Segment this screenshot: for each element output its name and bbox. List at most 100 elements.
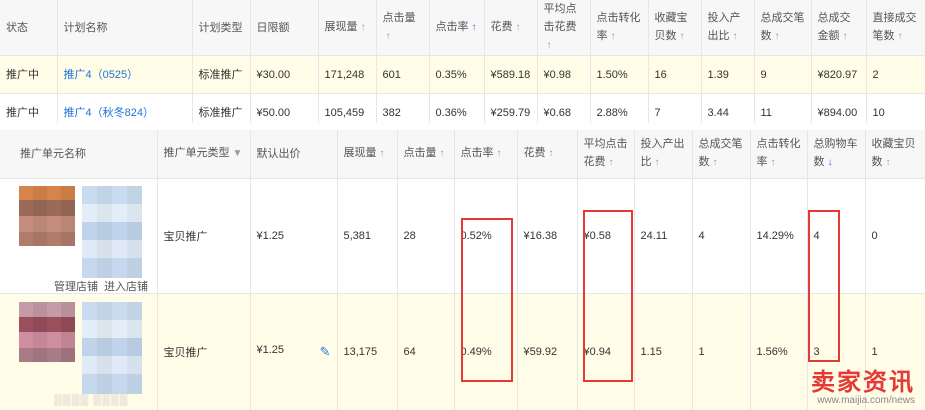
col-clicks-label: 点击量 [403,147,437,160]
col-roi[interactable]: 投入产出比 ↑ [634,130,693,179]
total-orders-cell: 4 [692,178,751,294]
col-cost[interactable]: 花费 ↑ [517,130,578,179]
sort-up-icon[interactable]: ↑ [775,28,780,46]
unit-table-header: 推广单元名称 推广单元类型 ▼ 默认出价 展现量 ↑ 点击量 ↑ 点击率 ↑ 花费 ↑ 平… [0,130,925,179]
sort-down-active-icon[interactable]: ↓ [828,154,833,172]
avg-cpc-cell: ¥0.98 [537,55,591,94]
sort-up-icon[interactable]: ↑ [771,154,776,172]
col-total-amount[interactable]: 总成交金额 ↑ [811,0,867,56]
sort-up-icon[interactable]: ↑ [886,154,891,172]
cost-cell: ¥589.18 [484,55,538,94]
default-bid-cell: ¥1.25 [250,178,338,294]
shop-links: 管理店铺 进入店铺 [54,278,154,293]
col-daily-limit: 日限额 [250,0,319,56]
col-unit-type[interactable]: 推广单元类型 ▼ [157,130,251,179]
col-ctr[interactable]: 点击率 ↑ [454,130,518,179]
col-cost-label: 花费 [523,147,546,160]
sort-up-icon[interactable]: ↑ [361,19,366,37]
col-direct-orders-label: 直接成交笔数 [872,12,917,42]
table-row: 推广中 推广4（0525） 标准推广 ¥30.00 171,248 601 0.… [0,55,925,94]
col-cart[interactable]: 总购物车数 ↓ [807,130,866,179]
cost-cell: ¥59.92 [517,293,578,410]
plan-name-link[interactable]: 推广4（0525） [57,55,193,94]
sort-up-icon[interactable]: ↑ [655,154,660,172]
dropdown-caret-icon[interactable]: ▼ [233,145,243,163]
col-total-orders[interactable]: 总成交笔数 ↑ [692,130,751,179]
clicks-cell: 28 [397,178,455,294]
col-clicks-label: 点击量 [382,12,416,24]
enter-shop-link[interactable]: 进入店铺 [104,281,148,293]
col-roi[interactable]: 投入产出比 ↑ [701,0,755,56]
manage-shop-link[interactable]: 管理店铺 [54,281,98,293]
col-cost[interactable]: 花费 ↑ [484,0,538,56]
sort-up-icon[interactable]: ↑ [680,28,685,46]
col-cvr[interactable]: 点击转化率 ↑ [750,130,808,179]
col-fav-items-label: 收藏宝贝数 [871,138,916,169]
col-ctr-label: 点击率 [435,21,469,33]
sort-up-icon[interactable]: ↑ [386,28,391,46]
col-total-orders[interactable]: 总成交笔数 ↑ [754,0,812,56]
sort-up-icon[interactable]: ↑ [516,19,521,37]
col-ctr[interactable]: 点击率 ↑ [429,0,485,56]
sort-up-icon[interactable]: ↑ [549,145,554,163]
sort-up-icon[interactable]: ↑ [547,37,552,55]
col-plan-type: 计划类型 [192,0,251,56]
default-bid-value: ¥1.25 [256,343,285,356]
col-ctr-label: 点击率 [460,147,494,160]
col-cvr[interactable]: 点击转化率 ↑ [590,0,649,56]
col-cvr-label: 点击转化率 [596,12,641,42]
col-unit-name: 推广单元名称 [0,130,158,179]
sort-up-icon[interactable]: ↑ [497,145,502,163]
sort-up-icon[interactable]: ↑ [380,145,385,163]
clicks-cell: 601 [376,55,430,94]
product-thumbnail[interactable] [82,301,142,394]
impressions-cell: 13,175 [337,293,398,410]
watermark-url: www.maijia.com/news [817,395,915,406]
col-cart-label: 总购物车数 [813,138,858,169]
sort-up-icon[interactable]: ↑ [609,154,614,172]
roi-cell: 24.11 [634,178,693,294]
col-status: 状态 [0,0,58,56]
product-thumbnail[interactable] [19,185,75,246]
shop-links-blurred: ▒▒▒▒ ▒▒▒▒ [54,393,129,406]
unit-name-cell: 管理店铺 进入店铺 [0,178,158,294]
plan-type-cell: 标准推广 [192,55,251,94]
col-impressions[interactable]: 展现量 ↑ [337,130,398,179]
col-clicks[interactable]: 点击量 ↑ [376,0,430,56]
sort-active-icon[interactable]: ↑ [472,19,477,37]
sort-up-icon[interactable]: ↑ [440,145,445,163]
col-impressions-label: 展现量 [343,147,377,160]
col-impressions[interactable]: 展现量 ↑ [318,0,377,56]
col-clicks[interactable]: 点击量↑ [397,130,455,179]
sort-up-icon[interactable]: ↑ [733,28,738,46]
sort-up-icon[interactable]: ↑ [713,154,718,172]
avg-cpc-cell: ¥0.58 [577,178,635,294]
product-thumbnail[interactable] [82,185,142,278]
sort-up-icon[interactable]: ↑ [898,28,903,46]
avg-cpc-cell: ¥0.94 [577,293,635,410]
col-avg-cpc[interactable]: 平均点击花费↑ [577,130,635,179]
fav-items-cell: 16 [648,55,702,94]
unit-name-cell: ▒▒▒▒ ▒▒▒▒ [0,293,158,410]
sort-up-icon[interactable]: ↑ [611,28,616,46]
site-watermark: 卖家资讯 www.maijia.com/news [811,369,915,406]
roi-cell: 1.39 [701,55,755,94]
unit-images: ▒▒▒▒ ▒▒▒▒ [16,301,156,406]
col-direct-orders[interactable]: 直接成交笔数 ↑ [866,0,925,56]
product-thumbnail[interactable] [19,301,75,362]
unit-table: 推广单元名称 推广单元类型 ▼ 默认出价 展现量 ↑ 点击量 ↑ 点击率 ↑ 花费 ↑ 平… [0,130,925,410]
col-unit-type-label: 推广单元类型 [163,147,230,160]
col-avg-cpc[interactable]: 平均点击花费↑ [537,0,591,56]
col-cvr-label: 点击转化率 [756,138,801,169]
col-fav-items[interactable]: 收藏宝贝数 ↑ [648,0,702,56]
fav-items-cell: 0 [865,178,925,294]
direct-orders-cell: 2 [866,55,925,94]
col-fav-items[interactable]: 收藏宝贝数 ↑ [865,130,925,179]
total-orders-cell: 9 [754,55,812,94]
edit-pencil-icon[interactable]: ✎ [320,344,331,360]
clicks-cell: 64 [397,293,455,410]
col-default-bid: 默认出价 [250,130,338,179]
col-cost-label: 花费 [490,21,513,33]
cost-cell: ¥16.38 [517,178,578,294]
sort-up-icon[interactable]: ↑ [843,28,848,46]
